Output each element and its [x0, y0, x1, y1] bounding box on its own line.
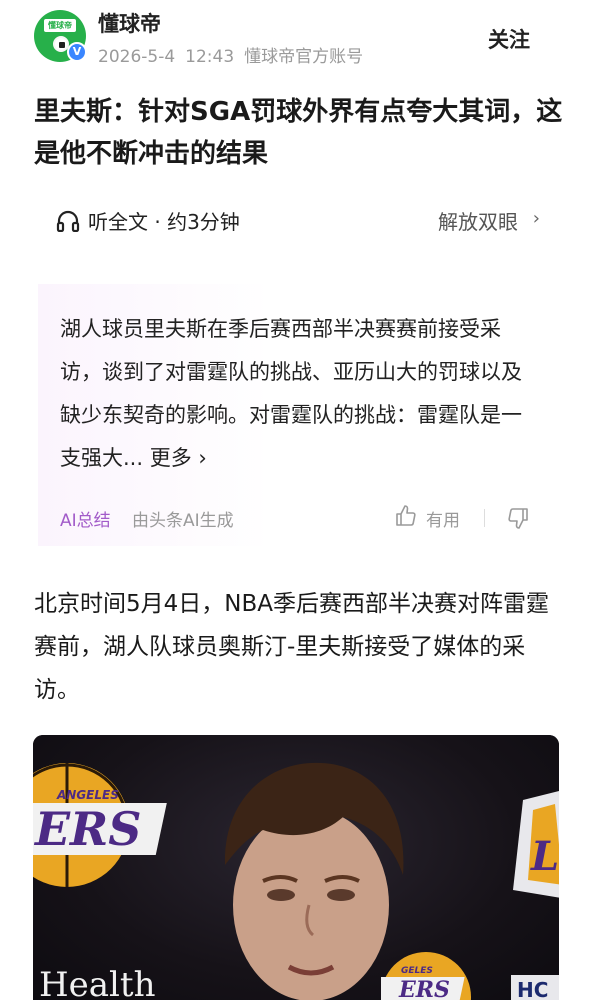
author-name[interactable]: 懂球帝 — [98, 8, 161, 38]
free-eyes-button[interactable]: 解放双眼 — [438, 206, 518, 235]
useful-button[interactable]: 有用 — [426, 506, 460, 531]
ai-summary-text: 湖人球员里夫斯在季后赛西部半决赛赛前接受采访，谈到了对雷霆队的挑战、亚历山大的罚… — [60, 308, 538, 480]
article-header: 懂球帝 V 懂球帝 2026-5-4 12:43 懂球帝官方账号 关注 — [0, 0, 591, 78]
sponsor-hc-text: HC — [511, 975, 559, 1000]
post-time: 12:43 — [185, 47, 235, 67]
post-date: 2026-5-4 — [98, 47, 176, 67]
article-body-paragraph: 北京时间5月4日，NBA季后赛西部半决赛对阵雷霆赛前，湖人队球员奥斯汀-里夫斯接… — [34, 591, 549, 703]
divider — [484, 509, 485, 527]
thumb-down-icon[interactable] — [506, 506, 530, 530]
svg-text:L: L — [530, 833, 559, 880]
account-type: 懂球帝官方账号 — [244, 47, 364, 67]
follow-button[interactable]: 关注 — [488, 24, 530, 54]
thumb-up-icon[interactable] — [394, 504, 418, 528]
more-link[interactable]: ... 更多 — [123, 446, 192, 470]
lakers-logo: L — [513, 791, 559, 898]
listen-full-text-label[interactable]: 听全文 · 约3分钟 — [88, 206, 240, 235]
verified-badge-icon: V — [67, 42, 87, 62]
ai-summary-badge: AI总结 — [60, 511, 111, 531]
post-meta: 2026-5-4 12:43 懂球帝官方账号 — [98, 42, 373, 67]
ai-summary-card[interactable]: 湖人球员里夫斯在季后赛西部半决赛赛前接受采访，谈到了对雷霆队的挑战、亚历山大的罚… — [38, 284, 554, 546]
svg-text:ERS: ERS — [398, 977, 450, 1000]
headphone-icon — [56, 210, 80, 232]
article-photo[interactable]: ERS ANGELES L ERS GELES Health HC — [33, 735, 559, 1000]
svg-text:ERS: ERS — [33, 802, 142, 856]
svg-text:ANGELES: ANGELES — [56, 788, 119, 802]
lakers-logo: ERS ANGELES — [33, 763, 167, 887]
chevron-right-icon: › — [532, 208, 540, 229]
sponsor-health-text: Health — [39, 965, 156, 1000]
listen-bar[interactable]: 听全文 · 约3分钟 解放双眼 › — [54, 204, 540, 236]
lakers-logo: ERS GELES — [381, 952, 471, 1000]
chevron-right-icon: › — [191, 446, 207, 470]
avatar-label: 懂球帝 — [44, 19, 76, 32]
ai-source-label: 由头条AI生成 — [132, 511, 234, 531]
article-title: 里夫斯：针对SGA罚球外界有点夸大其词，这是他不断冲击的结果 — [34, 97, 563, 169]
svg-text:GELES: GELES — [401, 966, 433, 976]
ai-summary-footer: AI总结 由头条AI生成 有用 — [60, 504, 538, 532]
